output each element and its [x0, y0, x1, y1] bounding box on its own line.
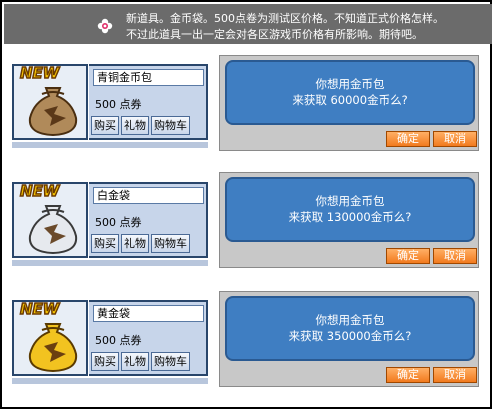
header-text-line1: 新道具。金币袋。500点卷为测试区价格。不知道正式价格怎样。 [126, 12, 444, 25]
new-badge: NEW [19, 181, 60, 201]
buy-button[interactable]: 购买 [91, 116, 119, 135]
coin-bag-icon [28, 87, 78, 137]
item-card-footer [12, 378, 208, 384]
gift-button[interactable]: 礼物 [121, 234, 149, 253]
item-actions: 购买 礼物 购物车 [91, 352, 190, 371]
new-badge: NEW [19, 299, 60, 319]
header-bar: 新道具。金币袋。500点卷为测试区价格。不知道正式价格怎样。 不过此道具一出一定… [4, 4, 492, 44]
dialog-message: 你想用金币包 来获取 60000金币么? [225, 60, 475, 125]
dialog-message-line1: 你想用金币包 [315, 77, 385, 91]
item-card-gold: NEW 黄金袋 500 点券 购买 礼物 购物车 [12, 299, 208, 384]
cancel-button[interactable]: 取消 [433, 367, 477, 383]
item-card-footer [12, 260, 208, 266]
item-info-panel: 白金袋 500 点券 购买 礼物 购物车 [89, 182, 208, 258]
flower-icon [97, 18, 113, 34]
confirm-dialog-platinum: 你想用金币包 来获取 130000金币么? 确定 取消 [219, 172, 479, 268]
screenshot-frame: 新道具。金币袋。500点卷为测试区价格。不知道正式价格怎样。 不过此道具一出一定… [0, 0, 492, 409]
item-price: 500 点券 [95, 334, 142, 347]
item-name: 白金袋 [93, 187, 204, 204]
buy-button[interactable]: 购买 [91, 352, 119, 371]
item-name: 黄金袋 [93, 305, 204, 322]
cart-button[interactable]: 购物车 [151, 234, 190, 253]
item-info-panel: 黄金袋 500 点券 购买 礼物 购物车 [89, 300, 208, 376]
cart-button[interactable]: 购物车 [151, 116, 190, 135]
item-icon-box: NEW [12, 181, 88, 258]
item-price: 500 点券 [95, 98, 142, 111]
cancel-button[interactable]: 取消 [433, 131, 477, 147]
dialog-message-line2: 来获取 350000金币么? [288, 329, 412, 343]
item-info-panel: 青铜金币包 500 点券 购买 礼物 购物车 [89, 64, 208, 140]
item-actions: 购买 礼物 购物车 [91, 234, 190, 253]
cancel-button[interactable]: 取消 [433, 248, 477, 264]
confirm-dialog-bronze: 你想用金币包 来获取 60000金币么? 确定 取消 [219, 55, 479, 151]
item-name: 青铜金币包 [93, 69, 204, 86]
dialog-message-line1: 你想用金币包 [315, 313, 385, 327]
dialog-message: 你想用金币包 来获取 130000金币么? [225, 177, 475, 242]
item-icon-box: NEW [12, 63, 88, 140]
dialog-message-line1: 你想用金币包 [315, 194, 385, 208]
gift-button[interactable]: 礼物 [121, 116, 149, 135]
item-card-bronze: NEW 青铜金币包 500 点券 购买 礼物 购物车 [12, 63, 208, 148]
coin-bag-icon [28, 205, 78, 255]
cart-button[interactable]: 购物车 [151, 352, 190, 371]
dialog-message-line2: 来获取 60000金币么? [292, 93, 408, 107]
item-card-footer [12, 142, 208, 148]
item-icon-box: NEW [12, 299, 88, 376]
dialog-message: 你想用金币包 来获取 350000金币么? [225, 296, 475, 361]
new-badge: NEW [19, 63, 60, 83]
item-card-platinum: NEW 白金袋 500 点券 购买 礼物 购物车 [12, 181, 208, 266]
buy-button[interactable]: 购买 [91, 234, 119, 253]
item-price: 500 点券 [95, 216, 142, 229]
dialog-message-line2: 来获取 130000金币么? [288, 210, 412, 224]
header-text-line2: 不过此道具一出一定会对各区游戏币价格有所影响。期待吧。 [126, 28, 423, 41]
confirm-dialog-gold: 你想用金币包 来获取 350000金币么? 确定 取消 [219, 291, 479, 387]
gift-button[interactable]: 礼物 [121, 352, 149, 371]
coin-bag-icon [28, 323, 78, 373]
item-actions: 购买 礼物 购物车 [91, 116, 190, 135]
confirm-button[interactable]: 确定 [386, 131, 430, 147]
confirm-button[interactable]: 确定 [386, 248, 430, 264]
confirm-button[interactable]: 确定 [386, 367, 430, 383]
